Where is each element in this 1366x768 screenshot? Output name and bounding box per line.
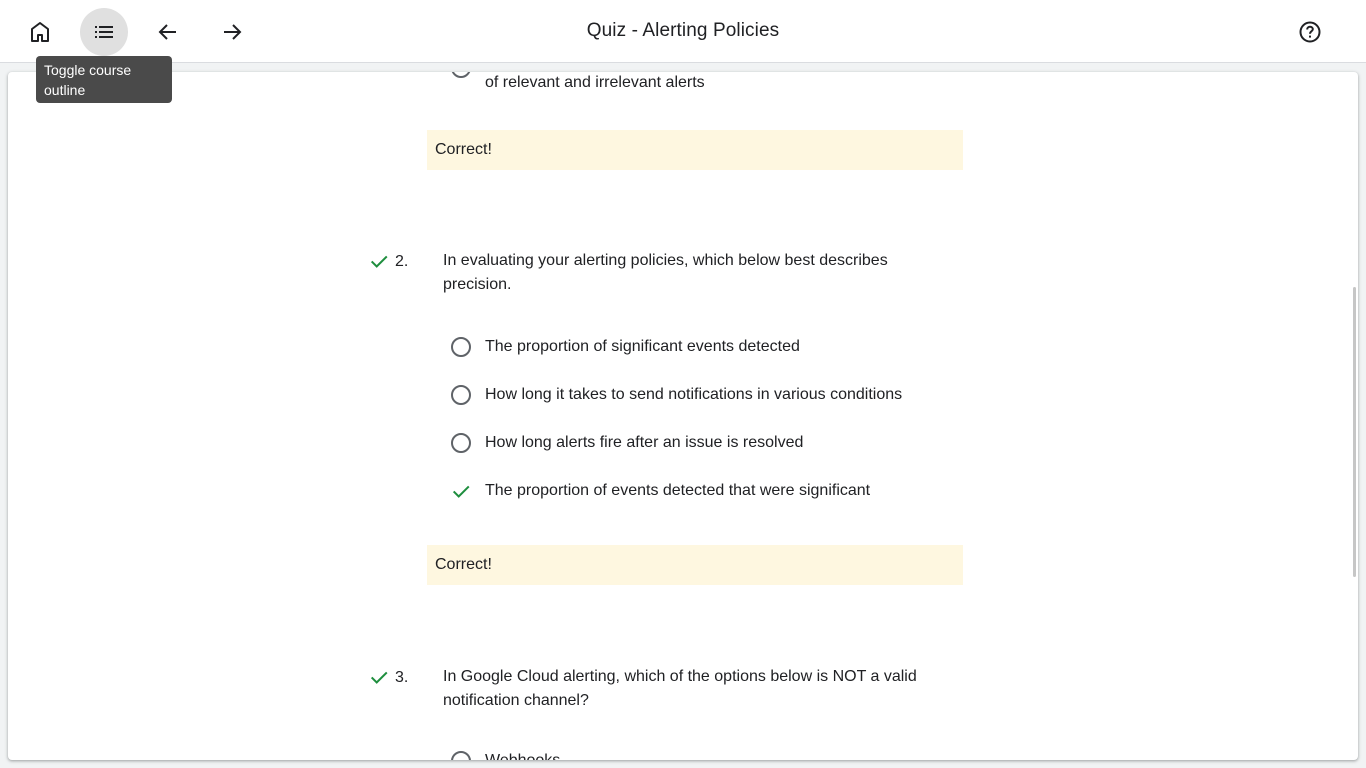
selected-check-icon[interactable]	[450, 480, 472, 507]
option-radio[interactable]	[451, 751, 471, 760]
option-label: of relevant and irrelevant alerts	[485, 74, 705, 91]
tooltip: Toggle course outline	[36, 56, 172, 103]
page-title: Quiz - Alerting Policies	[586, 20, 780, 41]
help-icon	[1299, 21, 1321, 43]
option-radio[interactable]	[451, 385, 471, 405]
option-label[interactable]: Webhooks	[485, 749, 560, 760]
option-radio[interactable]	[451, 72, 471, 78]
option-label[interactable]: The proportion of significant events det…	[485, 335, 800, 359]
option-label[interactable]: How long alerts fire after an issue is r…	[485, 431, 803, 455]
correct-check-icon	[368, 250, 390, 277]
option-radio[interactable]	[451, 337, 471, 357]
feedback-box: Correct!	[427, 130, 963, 170]
question-number: 2.	[395, 253, 409, 270]
feedback-box: Correct!	[427, 545, 963, 585]
option-label[interactable]: The proportion of events detected that w…	[485, 479, 870, 503]
top-app-bar: Quiz - Alerting Policies	[0, 0, 1366, 63]
option-label[interactable]: How long it takes to send notifications …	[485, 383, 902, 407]
question-number: 3.	[395, 669, 409, 686]
correct-check-icon	[368, 666, 390, 693]
help-button[interactable]	[1286, 8, 1334, 56]
scrollbar[interactable]	[1353, 287, 1356, 577]
quiz-content[interactable]: of relevant and irrelevant alerts Correc…	[8, 72, 1358, 760]
question-text: In Google Cloud alerting, which of the o…	[443, 668, 917, 709]
option-radio[interactable]	[451, 433, 471, 453]
question-text: In evaluating your alerting policies, wh…	[443, 252, 888, 293]
